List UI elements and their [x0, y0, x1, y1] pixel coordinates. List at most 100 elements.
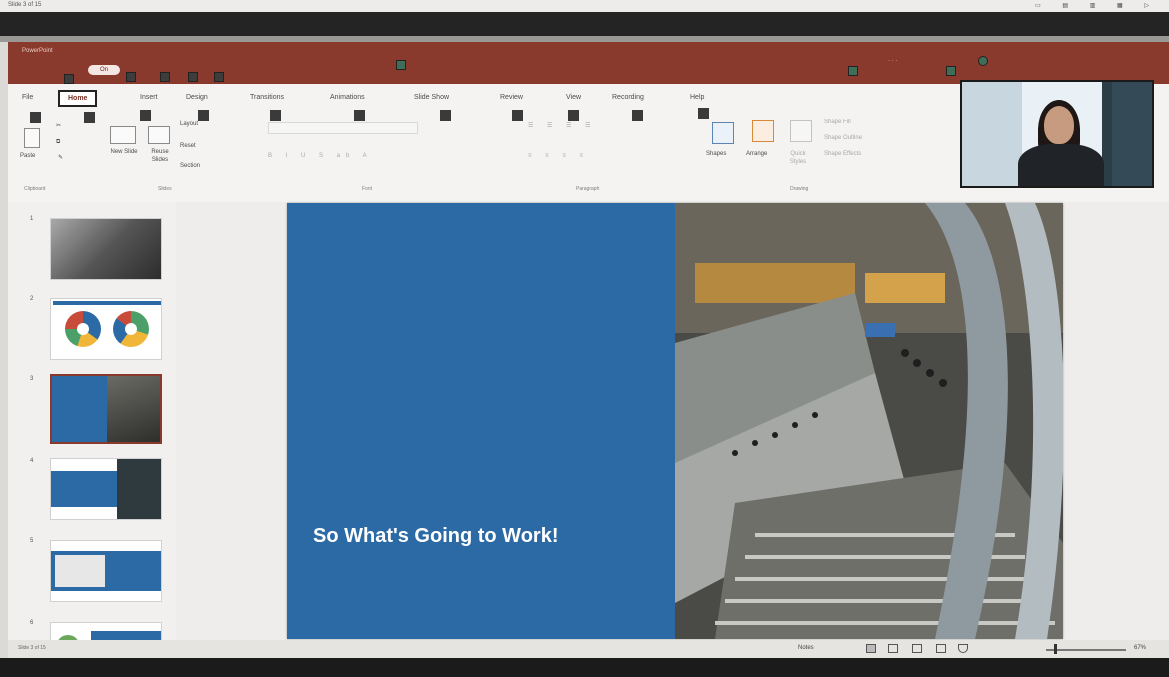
slide-photo-escalators[interactable] — [675, 203, 1063, 639]
list-icons[interactable]: ☰ ☰ ☰ ☰ — [528, 122, 597, 130]
keytip-quick-access-1 — [64, 74, 74, 84]
slideshow-icon[interactable] — [936, 644, 946, 653]
filter-icon[interactable] — [958, 644, 968, 653]
section-button[interactable]: Section — [180, 162, 200, 170]
tab-transitions[interactable]: Transitions — [250, 94, 284, 101]
quick-styles-icon[interactable] — [790, 120, 812, 142]
photo-illustration — [675, 203, 1063, 639]
thumb-photo — [55, 555, 105, 587]
screen-capture: Slide 3 of 15 ▭ ▤ ▥ ▦ ▷ PowerPoint On · … — [0, 0, 1169, 677]
reuse-slides-icon[interactable] — [148, 126, 170, 144]
tab-insert[interactable]: Insert — [140, 94, 158, 101]
new-slide-button[interactable]: New Slide — [106, 148, 142, 156]
format-painter-icon[interactable]: ✎ — [58, 154, 63, 162]
top-strip: Slide 3 of 15 ▭ ▤ ▥ ▦ ▷ — [0, 0, 1169, 12]
title-bar: PowerPoint On · · · — [8, 42, 1169, 84]
group-label-drawing: Drawing — [790, 186, 809, 192]
bottom-black-bar — [0, 658, 1169, 677]
tab-animations[interactable]: Animations — [330, 94, 365, 101]
shape-outline-button[interactable]: Shape Outline — [824, 134, 862, 142]
group-label-clipboard: Clipboard — [24, 186, 46, 192]
top-strip-text: Slide 3 of 15 — [8, 2, 42, 8]
thumbnail-pane: 1 2 3 4 5 6 — [8, 202, 176, 657]
keytip-share — [946, 66, 956, 76]
thumb-donut-2-hole — [125, 323, 137, 335]
webcam-window — [1112, 82, 1152, 186]
reset-button[interactable]: Reset — [180, 142, 196, 150]
tab-file[interactable]: File — [22, 94, 33, 101]
ribbon-home-panel: Paste ✂ ⧉ ✎ Clipboard New Slide Reuse Sl… — [18, 112, 958, 196]
thumb-band — [51, 471, 117, 507]
shape-fill-button[interactable]: Shape Fill — [824, 118, 851, 126]
normal-view-icon[interactable] — [866, 644, 876, 653]
keytip-quick-access-5 — [214, 72, 224, 82]
tab-home[interactable]: Home — [58, 90, 98, 107]
keytip-quick-access-3 — [160, 72, 170, 82]
arrange-icon[interactable] — [752, 120, 774, 142]
thumb-number: 3 — [30, 376, 34, 382]
thumb-donut-1-hole — [77, 323, 89, 335]
notes-button[interactable]: Notes — [798, 645, 814, 651]
thumb-header — [53, 301, 161, 305]
zoom-slider-handle[interactable] — [1054, 644, 1057, 654]
font-name-dropdown[interactable] — [268, 122, 418, 134]
autosave-toggle[interactable]: On — [88, 65, 120, 75]
slide-title-panel — [287, 203, 675, 639]
cut-icon[interactable]: ✂ — [56, 122, 61, 130]
presenter-body — [1018, 144, 1104, 186]
reading-view-icon[interactable] — [912, 644, 922, 653]
keytip-search — [396, 60, 406, 70]
tab-slide-show[interactable]: Slide Show — [414, 94, 449, 101]
top-black-bar — [0, 12, 1169, 36]
slide-thumbnail-3[interactable] — [50, 374, 162, 444]
slide-title[interactable]: So What's Going to Work! — [313, 525, 558, 548]
align-icons[interactable]: ≡ ≡ ≡ ≡ — [528, 152, 589, 160]
thumb-number: 1 — [30, 216, 34, 222]
group-label-paragraph: Paragraph — [576, 186, 600, 192]
presenter-face — [1044, 106, 1074, 144]
tab-review[interactable]: Review — [500, 94, 523, 101]
shapes-icon[interactable] — [712, 122, 734, 144]
keytip-comments — [848, 66, 858, 76]
reuse-slides-button[interactable]: Reuse Slides — [144, 148, 176, 164]
thumb-photo — [107, 376, 160, 442]
zoom-slider[interactable] — [1046, 649, 1126, 651]
current-slide[interactable]: So What's Going to Work! — [287, 203, 1063, 639]
keytip-quick-access-4 — [188, 72, 198, 82]
slide-thumbnail-2[interactable] — [50, 298, 162, 360]
slide-sorter-icon[interactable] — [888, 644, 898, 653]
slide-thumbnail-5[interactable] — [50, 540, 162, 602]
thumb-number: 4 — [30, 458, 34, 464]
shape-effects-button[interactable]: Shape Effects — [824, 150, 861, 158]
tab-help[interactable]: Help — [690, 94, 704, 101]
thumb-number: 5 — [30, 538, 34, 544]
layout-button[interactable]: Layout — [180, 120, 198, 128]
paste-button[interactable]: Paste — [20, 152, 35, 160]
tab-design[interactable]: Design — [186, 94, 208, 101]
copy-icon[interactable]: ⧉ — [56, 138, 60, 146]
new-slide-icon[interactable] — [110, 126, 136, 144]
zoom-level[interactable]: 67% — [1134, 645, 1146, 651]
title-bar-right-controls[interactable]: · · · — [888, 58, 897, 64]
group-label-font: Font — [362, 186, 373, 192]
slide-thumbnail-4[interactable] — [50, 458, 162, 520]
slide-thumbnail-1[interactable] — [50, 218, 162, 280]
status-bar: Slide 3 of 15 Notes 67% — [8, 640, 1169, 658]
thumb-photo — [117, 459, 161, 519]
tab-view[interactable]: View — [566, 94, 581, 101]
slide-counter: Slide 3 of 15 — [18, 645, 46, 651]
top-strip-icons: ▭ ▤ ▥ ▦ ▷ — [1035, 3, 1159, 9]
thumb-number: 2 — [30, 296, 34, 302]
tab-recording[interactable]: Recording — [612, 94, 644, 101]
shapes-button[interactable]: Shapes — [706, 150, 726, 158]
paste-icon[interactable] — [24, 128, 40, 148]
ribbon-tabs: File Home Insert Design Transitions Anim… — [8, 86, 728, 108]
arrange-button[interactable]: Arrange — [746, 150, 767, 158]
thumb-number: 6 — [30, 620, 34, 626]
webcam-overlay — [960, 80, 1154, 188]
font-format-icons[interactable]: B I U S ab A — [268, 152, 373, 160]
app-name: PowerPoint — [22, 48, 53, 54]
quick-styles-button[interactable]: Quick Styles — [782, 150, 814, 166]
thumb-image — [51, 219, 161, 279]
thumb-left-panel — [52, 376, 107, 442]
